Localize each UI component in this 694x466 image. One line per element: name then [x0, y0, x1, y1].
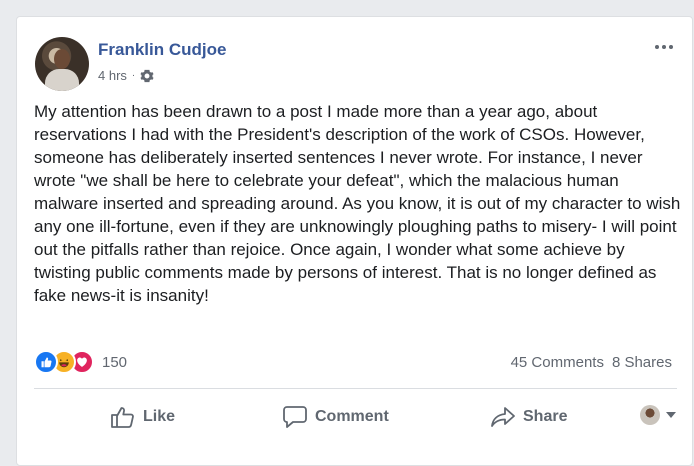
post-timestamp[interactable]: 4 hrs — [98, 68, 127, 83]
shares-count-link[interactable]: 8 Shares — [612, 354, 672, 371]
avatar-shirt — [45, 69, 79, 91]
share-label: Share — [523, 408, 568, 425]
author-name[interactable]: Franklin Cudjoe — [98, 40, 226, 60]
more-options-button[interactable] — [652, 39, 676, 55]
author-avatar[interactable] — [35, 37, 89, 91]
comment-button[interactable]: Comment — [282, 405, 389, 429]
avatar-head — [54, 49, 70, 69]
gear-icon[interactable] — [140, 69, 154, 83]
reactions-summary[interactable]: 150 — [34, 350, 128, 374]
post-actions-bar: Like Comment Share — [34, 397, 677, 435]
post-as-selector[interactable] — [640, 405, 676, 425]
comments-count-link[interactable]: 45 Comments — [511, 354, 604, 371]
more-dot — [669, 45, 673, 49]
actions-divider — [34, 388, 677, 389]
more-dot — [655, 45, 659, 49]
share-button[interactable]: Share — [490, 405, 567, 429]
post-card: Franklin Cudjoe 4 hrs · My attention has… — [16, 16, 693, 466]
post-body: My attention has been drawn to a post I … — [34, 102, 681, 305]
like-icon — [34, 350, 58, 374]
avatar — [640, 405, 660, 425]
reaction-count: 150 — [102, 353, 128, 371]
comment-label: Comment — [315, 408, 389, 425]
chevron-down-icon — [666, 412, 676, 418]
post-meta: 4 hrs · — [98, 68, 154, 83]
share-arrow-icon — [491, 407, 515, 427]
more-dot — [662, 45, 666, 49]
comment-bubble-icon — [283, 406, 307, 428]
thumbs-up-icon — [111, 407, 134, 428]
engagement-stats: 45 Comments 8 Shares — [511, 354, 672, 371]
like-button[interactable]: Like — [110, 405, 175, 429]
meta-separator: · — [131, 70, 136, 81]
like-label: Like — [143, 408, 176, 425]
